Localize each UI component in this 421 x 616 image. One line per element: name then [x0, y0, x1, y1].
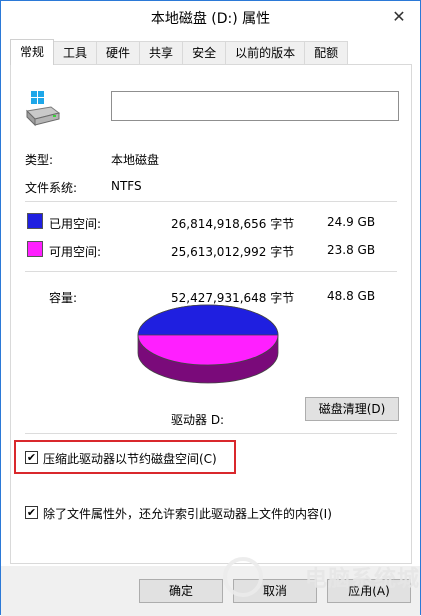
watermark-text: 电脑系统城 [304, 567, 420, 592]
drive-letter-label: 驱动器 D: [171, 413, 225, 427]
ok-button[interactable]: 确定 [139, 579, 223, 603]
watermark-logo [223, 557, 263, 597]
usage-pie-chart [137, 304, 279, 384]
free-space-label: 可用空间: [49, 245, 102, 259]
tab-strip: 常规 工具 硬件 共享 安全 以前的版本 配额 [10, 39, 349, 65]
free-space-swatch [27, 241, 43, 257]
tab-security[interactable]: 安全 [182, 41, 227, 65]
checkmark-icon: ✔ [26, 506, 37, 519]
free-space-size: 23.8 GB [327, 243, 376, 257]
type-label: 类型: [25, 153, 54, 167]
tab-tools[interactable]: 工具 [53, 41, 98, 65]
capacity-size: 48.8 GB [327, 289, 376, 303]
index-checkbox-label[interactable]: 除了文件属性外，还允许索引此驱动器上文件的内容(I) [43, 505, 332, 522]
close-button[interactable]: ✕ [390, 8, 408, 26]
filesystem-label: 文件系统: [25, 181, 78, 195]
filesystem-value: NTFS [111, 179, 142, 193]
index-checkbox[interactable]: ✔ [25, 506, 38, 519]
tab-quota[interactable]: 配额 [304, 41, 349, 65]
used-space-size: 24.9 GB [327, 215, 376, 229]
tab-hardware[interactable]: 硬件 [96, 41, 141, 65]
used-space-bytes: 26,814,918,656 字节 [171, 217, 295, 231]
tab-general[interactable]: 常规 [10, 39, 55, 65]
compress-checkbox-label[interactable]: 压缩此驱动器以节约磁盘空间(C) [43, 450, 217, 467]
window-title: 本地磁盘 (D:) 属性 [150, 11, 271, 27]
disk-cleanup-button[interactable]: 磁盘清理(D) [305, 397, 399, 421]
type-value: 本地磁盘 [111, 153, 160, 167]
properties-window: 本地磁盘 (D:) 属性 ✕ 常规 工具 硬件 共享 安全 以前的版本 配额 类… [0, 0, 421, 616]
pie-used-slice [137, 304, 279, 336]
general-panel: 类型: 本地磁盘 文件系统: NTFS 已用空间: 26,814,918,656… [10, 64, 412, 564]
title-bar: 本地磁盘 (D:) 属性 ✕ [1, 1, 420, 33]
tab-sharing[interactable]: 共享 [139, 41, 184, 65]
used-space-swatch [27, 213, 43, 229]
drive-icon [25, 91, 61, 127]
compress-checkbox[interactable]: ✔ [25, 451, 38, 464]
divider [25, 201, 397, 202]
capacity-label: 容量: [49, 291, 78, 305]
tab-previous-versions[interactable]: 以前的版本 [225, 41, 306, 65]
free-space-bytes: 25,613,012,992 字节 [171, 245, 295, 259]
checkmark-icon: ✔ [26, 451, 37, 464]
divider [25, 433, 397, 434]
used-space-label: 已用空间: [49, 217, 102, 231]
close-icon: ✕ [392, 7, 406, 26]
volume-name-input[interactable] [111, 91, 399, 121]
divider [25, 271, 397, 272]
